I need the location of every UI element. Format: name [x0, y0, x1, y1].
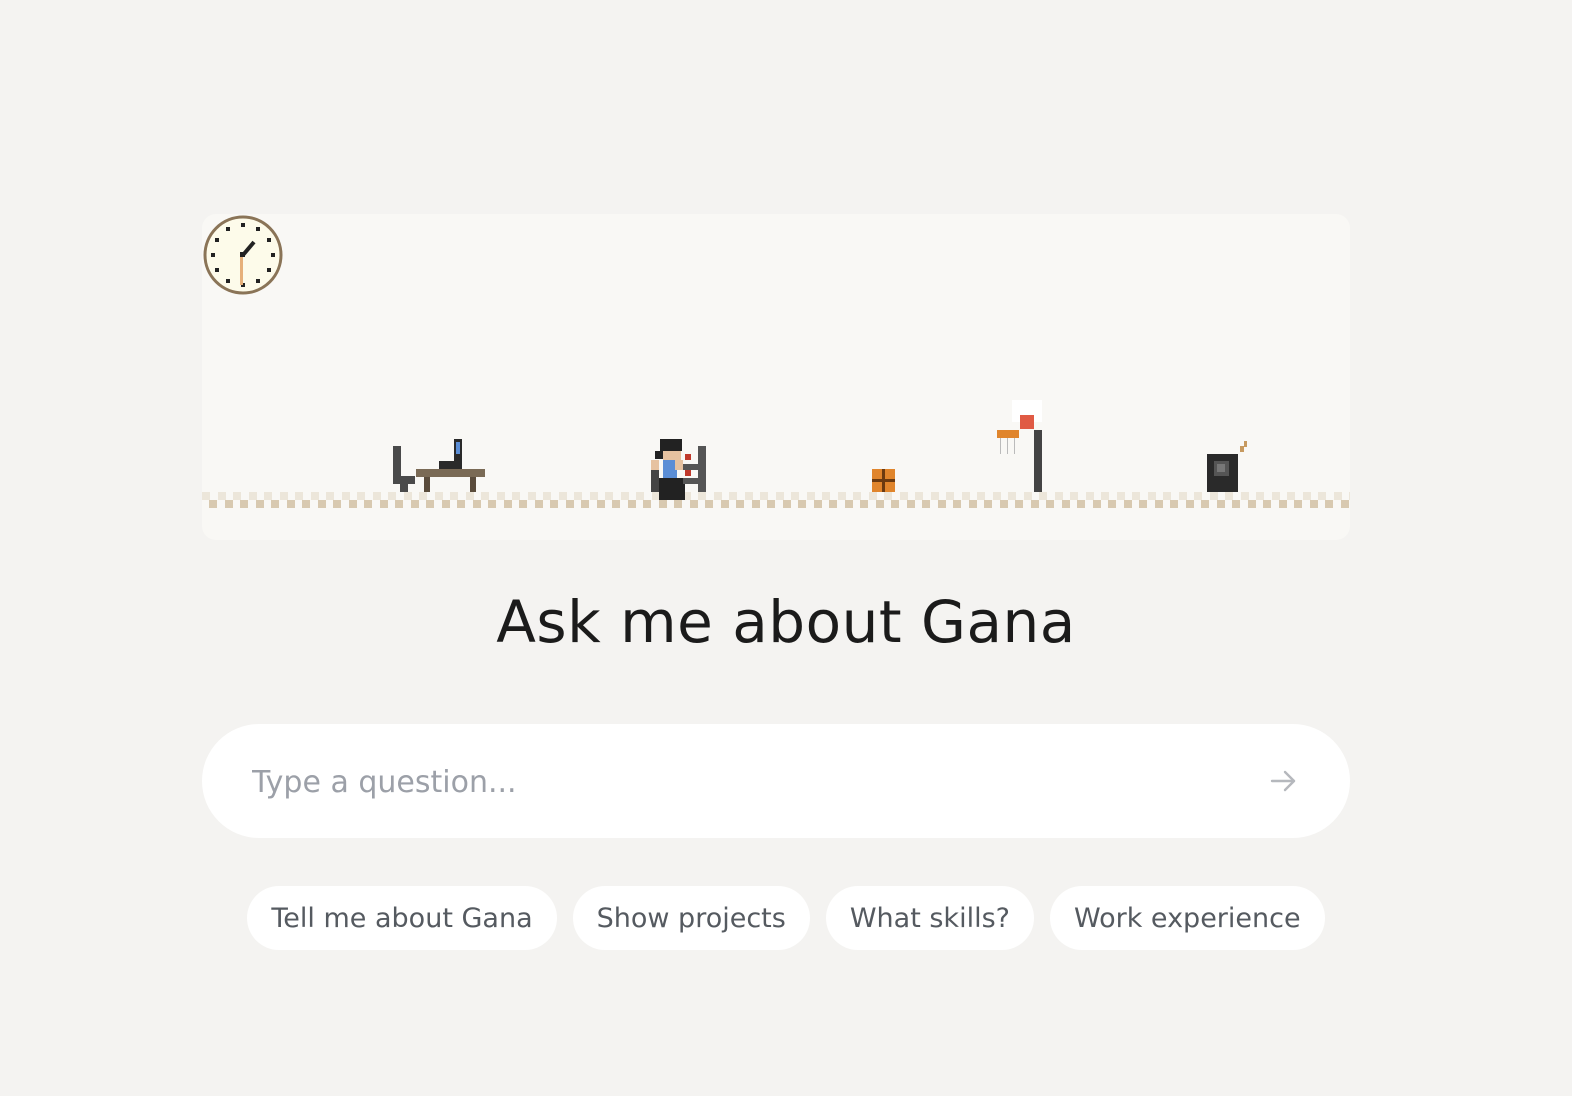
person-at-desk-icon	[651, 439, 706, 500]
coffee-machine-icon	[1207, 441, 1247, 492]
suggestion-chip-projects[interactable]: Show projects	[572, 886, 810, 950]
suggestion-chip-about[interactable]: Tell me about Gana	[247, 886, 557, 950]
arrow-right-icon[interactable]	[1266, 764, 1300, 798]
floor	[202, 492, 1350, 508]
search-bar	[202, 724, 1350, 840]
scene-canvas	[202, 400, 1350, 508]
page-title: Ask me about Gana	[496, 588, 1076, 656]
basketball-hoop-icon	[997, 400, 1042, 492]
desk-laptop-icon	[393, 439, 485, 492]
box-icon	[872, 469, 895, 492]
suggestion-chips: Tell me about Gana Show projects What sk…	[0, 886, 1572, 950]
question-input[interactable]	[250, 724, 1214, 840]
pixel-scene	[202, 214, 1350, 540]
suggestion-chip-skills[interactable]: What skills?	[825, 886, 1034, 950]
wall-clock-icon	[203, 215, 283, 295]
suggestion-chip-experience[interactable]: Work experience	[1049, 886, 1325, 950]
